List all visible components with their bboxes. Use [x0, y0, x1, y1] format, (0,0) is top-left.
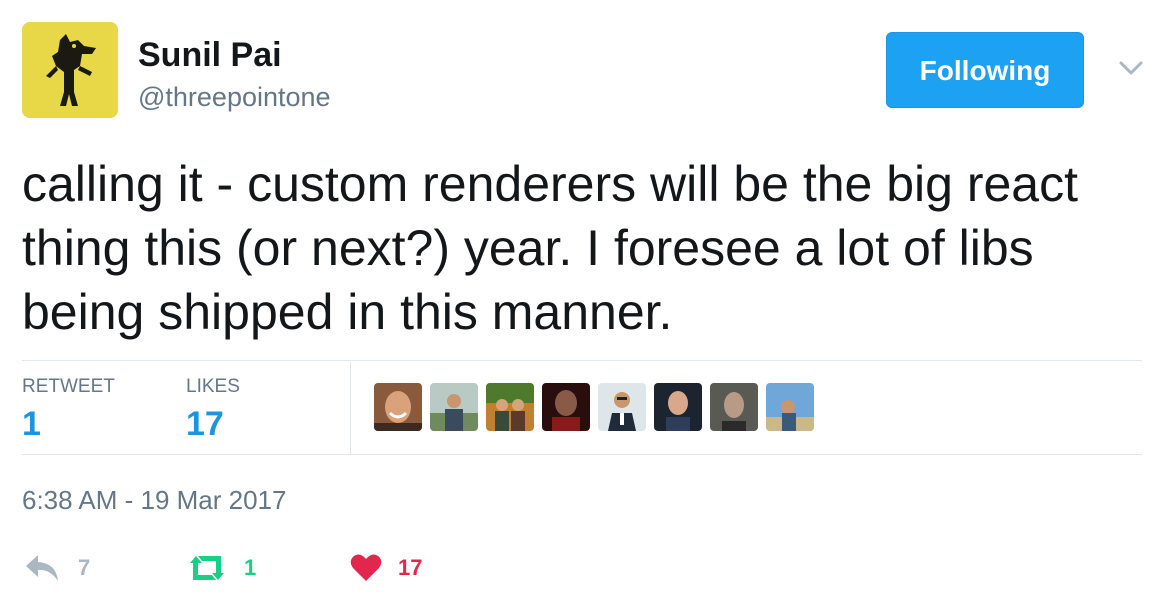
- retweet-button[interactable]: 1: [186, 548, 256, 588]
- liker-avatar[interactable]: [542, 383, 590, 431]
- avatar-bald-smiling-man: [374, 383, 422, 431]
- avatar-man-outdoors: [430, 383, 478, 431]
- reply-button[interactable]: 7: [24, 548, 90, 588]
- retweet-stat-count[interactable]: 1: [22, 405, 41, 444]
- like-button[interactable]: 17: [350, 548, 422, 588]
- tweet-timestamp[interactable]: 6:38 AM - 19 Mar 2017: [22, 485, 286, 516]
- retweet-stat-label[interactable]: RETWEET: [22, 376, 115, 398]
- liker-avatar[interactable]: [654, 383, 702, 431]
- avatar-two-people-outdoors: [486, 383, 534, 431]
- stats-bottom-divider: [22, 454, 1142, 455]
- avatar-man-suit: [598, 383, 646, 431]
- profile-avatar[interactable]: [22, 22, 118, 118]
- like-count: 17: [398, 555, 423, 580]
- stats-top-divider: [22, 360, 1142, 361]
- avatar-man-grey: [710, 383, 758, 431]
- likes-stat-count[interactable]: 17: [186, 405, 224, 444]
- reply-count: 7: [78, 555, 91, 580]
- likers-avatar-list: [374, 383, 814, 433]
- tweet-text: calling it - custom renderers will be th…: [22, 156, 1079, 340]
- dog-figure-icon: [22, 22, 118, 118]
- liker-avatar[interactable]: [486, 383, 534, 431]
- user-handle[interactable]: @threepointone: [138, 82, 331, 113]
- likes-stat-label[interactable]: LIKES: [186, 376, 240, 398]
- avatar-man-dark-blue: [654, 383, 702, 431]
- liker-avatar[interactable]: [374, 383, 422, 431]
- liker-avatar[interactable]: [710, 383, 758, 431]
- liker-avatar[interactable]: [430, 383, 478, 431]
- retweet-count: 1: [244, 555, 257, 580]
- liker-avatar[interactable]: [598, 383, 646, 431]
- avatar-man-blue-sky: [766, 383, 814, 431]
- stats-vertical-divider: [350, 362, 351, 454]
- heart-icon: [350, 554, 382, 581]
- following-button[interactable]: Following: [886, 32, 1084, 108]
- liker-avatar[interactable]: [766, 383, 814, 431]
- chevron-down-icon[interactable]: [1118, 58, 1144, 78]
- user-name[interactable]: Sunil Pai: [138, 36, 282, 75]
- avatar-man-dark-red: [542, 383, 590, 431]
- retweet-icon: [190, 556, 224, 580]
- reply-icon: [26, 555, 58, 581]
